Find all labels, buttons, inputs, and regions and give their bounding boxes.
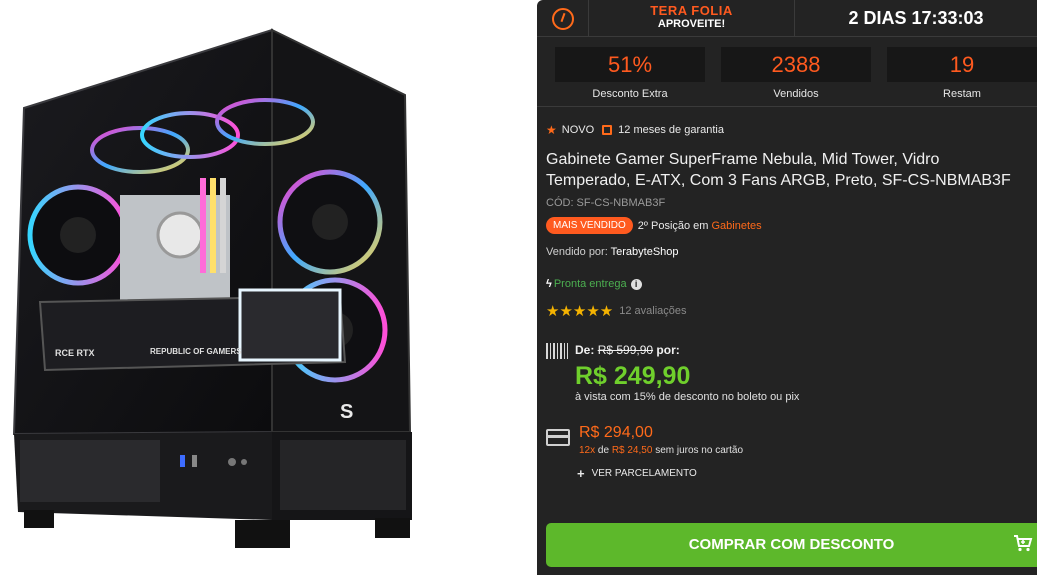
plus-icon: +: [577, 466, 585, 481]
seller-row: Vendido por: TerabyteShop: [546, 246, 1026, 258]
stat-discount: 51% Desconto Extra: [555, 47, 705, 102]
installment-count: 12x: [579, 445, 596, 456]
svg-text:S: S: [340, 401, 353, 423]
calendar-icon: [602, 125, 613, 135]
seller-prefix: Vendido por:: [546, 246, 608, 258]
cart-icon: [1014, 535, 1033, 552]
credit-card-icon: [546, 429, 570, 446]
product-page: RCE RTX REPUBLIC OF GAMERS S TERA FOLIA …: [0, 0, 1037, 575]
product-tags: ★ NOVO 12 meses de garantia: [546, 120, 1026, 140]
installments-row: 12x de R$ 24,50 sem juros no cartão: [579, 445, 743, 456]
product-title: Gabinete Gamer SuperFrame Nebula, Mid To…: [546, 151, 1011, 189]
clock-icon: [551, 7, 574, 30]
stat-remaining-value: 19: [887, 47, 1037, 82]
promo-banner: TERA FOLIA APROVEITE! 2 DIAS 17:33:03: [537, 0, 1037, 37]
product-info-panel: TERA FOLIA APROVEITE! 2 DIAS 17:33:03 51…: [537, 0, 1037, 575]
star-icon: ★: [546, 123, 557, 137]
svg-text:REPUBLIC OF GAMERS: REPUBLIC OF GAMERS: [150, 347, 242, 356]
installment-suffix: sem juros no cartão: [655, 445, 744, 456]
seller-name: TerabyteShop: [610, 246, 679, 258]
ranking-category-link[interactable]: Gabinetes: [711, 220, 761, 232]
stat-remaining-label: Restam: [943, 88, 981, 100]
stock-status: Pronta entrega: [553, 278, 627, 290]
buy-button[interactable]: COMPRAR COM DESCONTO: [546, 523, 1037, 567]
stat-remaining: 19 Restam: [887, 47, 1037, 102]
countdown-timer: 2 DIAS 17:33:03: [848, 8, 984, 28]
warranty-label: 12 meses de garantia: [618, 124, 724, 136]
stock-row: ϟ Pronta entrega i: [546, 278, 1026, 290]
rating-row[interactable]: ★★★★★ 12 avaliações: [546, 302, 1026, 320]
best-seller-badge: MAIS VENDIDO: [546, 217, 633, 234]
old-price: R$ 599,90: [597, 343, 654, 357]
ranking-text: 2º Posição em: [637, 219, 709, 232]
view-installments-label: VER PARCELAMENTO: [591, 468, 697, 479]
stat-sold-label: Vendidos: [773, 88, 819, 100]
stat-sold-value: 2388: [721, 47, 871, 82]
info-icon[interactable]: i: [630, 278, 642, 290]
old-price-row: De: R$ 599,90 por:: [575, 343, 680, 357]
for-label: por:: [656, 343, 680, 357]
bolt-icon: ϟ: [546, 278, 552, 290]
promo-subtitle: APROVEITE!: [657, 18, 726, 30]
product-code: CÓD: SF-CS-NBMAB3F: [546, 197, 666, 209]
card-price: R$ 294,00: [579, 424, 653, 441]
stat-sold: 2388 Vendidos: [721, 47, 871, 102]
stat-discount-value: 51%: [555, 47, 705, 82]
buy-button-label: COMPRAR COM DESCONTO: [688, 536, 895, 553]
installment-of: de: [597, 445, 610, 456]
pc-case-image: RCE RTX REPUBLIC OF GAMERS S: [12, 28, 412, 548]
svg-text:RCE RTX: RCE RTX: [55, 348, 95, 358]
stat-discount-label: Desconto Extra: [592, 88, 668, 100]
cash-note: à vista com 15% de desconto no boleto ou…: [575, 391, 800, 403]
reviews-count[interactable]: 12 avaliações: [619, 305, 686, 317]
product-details: ★ NOVO 12 meses de garantia Gabinete Gam…: [546, 120, 1026, 320]
cash-price: R$ 249,90: [575, 362, 691, 390]
from-label: De:: [575, 343, 595, 357]
promo-title-text: TERA FOLIA: [650, 3, 733, 18]
rating-stars: ★★★★★: [546, 303, 614, 320]
barcode-icon: [546, 343, 568, 359]
view-installments-link[interactable]: + VER PARCELAMENTO: [577, 466, 697, 481]
ranking-row: MAIS VENDIDO 2º Posição em Gabinetes: [546, 217, 1026, 234]
new-label: NOVO: [561, 124, 595, 136]
promo-stats: 51% Desconto Extra 2388 Vendidos 19 Rest…: [537, 37, 1037, 107]
installment-value: R$ 24,50: [611, 445, 653, 456]
clock-cell: [537, 0, 589, 37]
promo-title: TERA FOLIA APROVEITE!: [589, 0, 795, 37]
product-image[interactable]: RCE RTX REPUBLIC OF GAMERS S: [0, 0, 537, 575]
